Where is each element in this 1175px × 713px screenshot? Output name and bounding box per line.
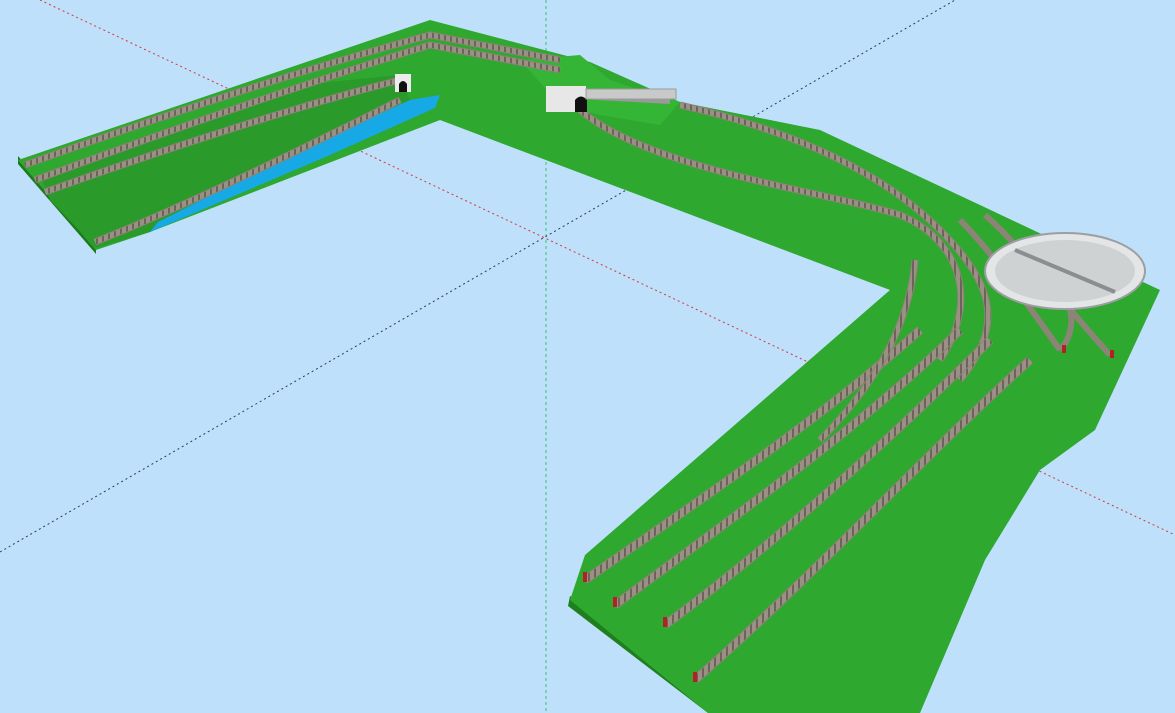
tunnel-portal-center[interactable] <box>546 86 587 112</box>
tunnel-portal-left[interactable] <box>395 74 411 92</box>
scene-canvas[interactable] <box>0 0 1175 713</box>
bridge[interactable] <box>585 88 677 100</box>
turntable[interactable] <box>984 232 1146 310</box>
3d-viewport[interactable] <box>0 0 1175 713</box>
